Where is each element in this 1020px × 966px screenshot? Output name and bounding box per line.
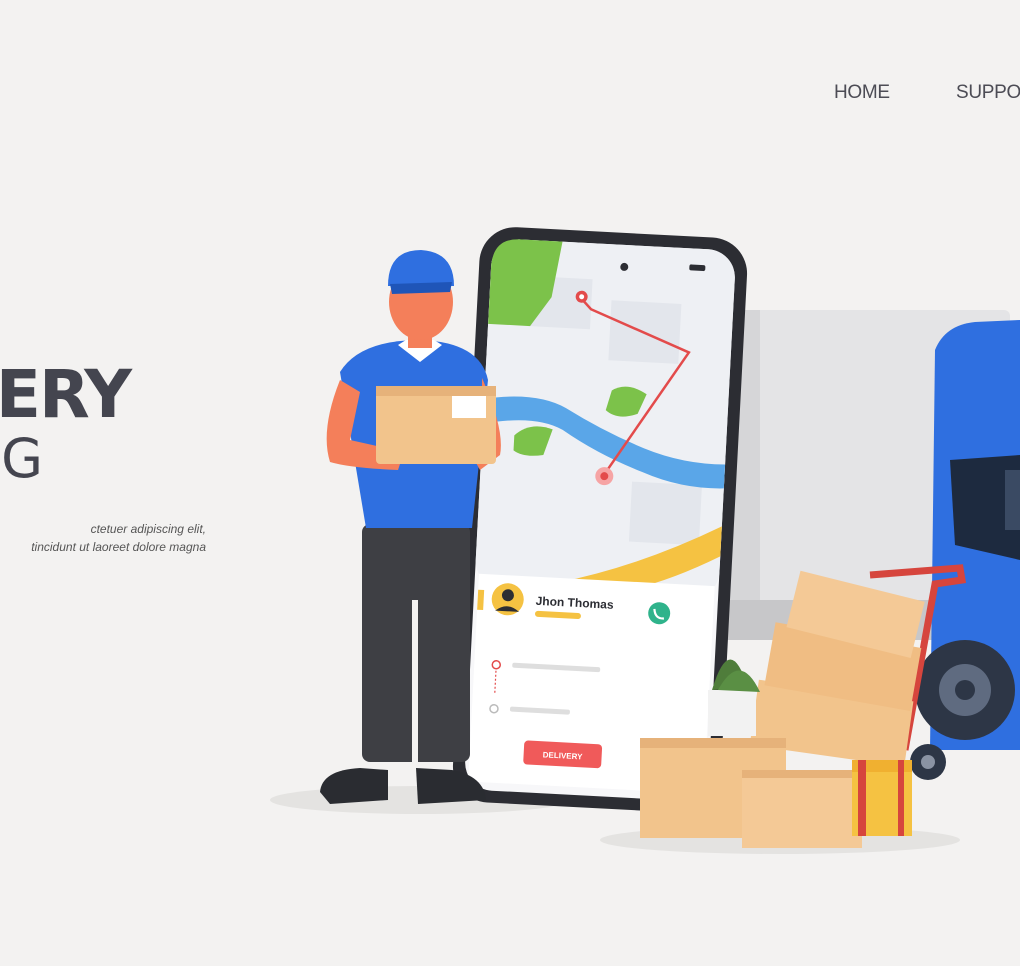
smartphone-icon bbox=[452, 227, 748, 813]
delivery-illustration: Jhon Thomas DELIVERY bbox=[270, 227, 1020, 854]
